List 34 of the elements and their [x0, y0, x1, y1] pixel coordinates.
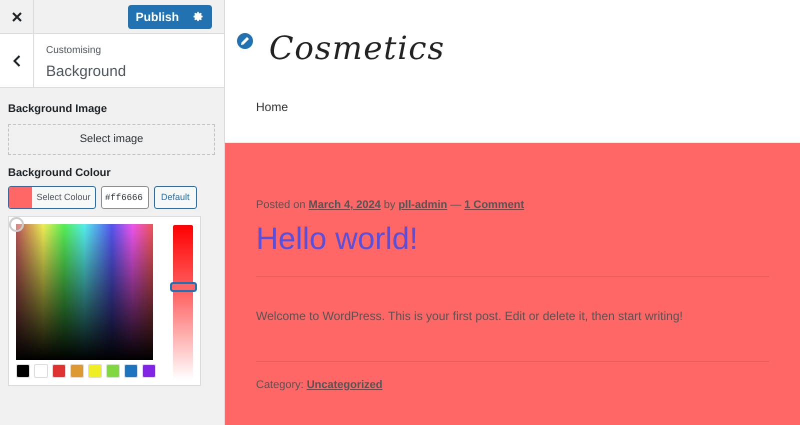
publish-button[interactable]: Publish: [128, 4, 212, 28]
select-image-button[interactable]: Select image: [8, 124, 215, 154]
colour-swatch[interactable]: [16, 364, 30, 378]
colour-swatch[interactable]: [88, 364, 102, 378]
panel-title: Background: [46, 62, 126, 82]
colour-swatch[interactable]: [124, 364, 138, 378]
post-meta: by: [384, 198, 396, 213]
post-meta: —: [450, 198, 462, 213]
picker-handle[interactable]: [9, 217, 24, 232]
author-link[interactable]: pll-admin: [398, 197, 448, 214]
section-label: Background Colour: [8, 166, 112, 180]
site-logo: Cosmetics: [269, 28, 446, 69]
section-label: Background Image: [8, 102, 108, 117]
default-button[interactable]: Default: [154, 186, 197, 209]
gear-icon: [193, 11, 204, 22]
back-icon: [12, 54, 20, 66]
colour-swatch[interactable]: [34, 364, 48, 378]
colour-swatch[interactable]: [142, 364, 156, 378]
close-icon: [12, 12, 22, 22]
breadcrumb: Customising: [46, 44, 102, 58]
colour-swatch[interactable]: [70, 364, 84, 378]
post-title: Hello world!: [256, 220, 419, 258]
post-meta: Posted on: [256, 198, 306, 213]
hex-input-field[interactable]: #ff6666: [101, 186, 149, 209]
colour-swatch[interactable]: [106, 364, 120, 378]
category-link[interactable]: Uncategorized: [306, 377, 382, 394]
date-link[interactable]: March 4, 2024: [308, 197, 381, 214]
post-body: Welcome to WordPress. This is your first post. Edit or delete it, then start writing!: [256, 308, 684, 325]
colour-square[interactable]: [16, 224, 153, 360]
colour-swatch[interactable]: [52, 364, 66, 378]
select-colour-button[interactable]: Select Colour: [8, 186, 96, 209]
nav-link[interactable]: Home: [256, 98, 288, 116]
category-label: Category:: [256, 378, 304, 393]
comments-link[interactable]: 1 Comment: [464, 197, 524, 214]
